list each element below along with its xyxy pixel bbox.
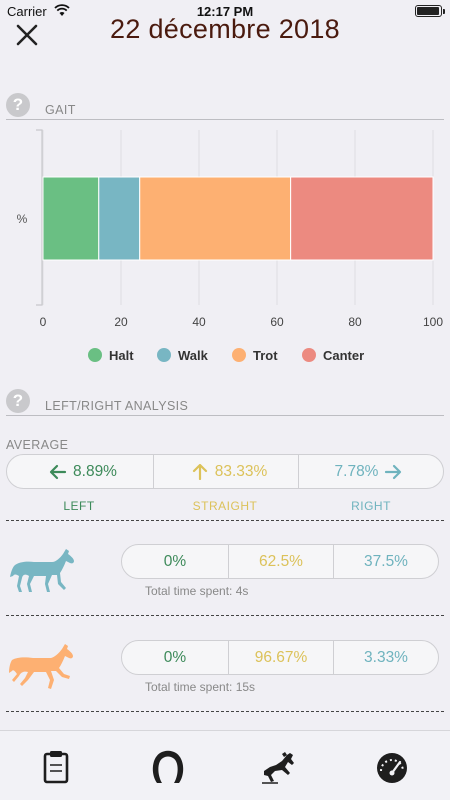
bar-canter (290, 176, 434, 261)
clipboard-icon[interactable] (36, 749, 76, 785)
gait-row-trot: 0% 96.67% 3.33% Total time spent: 15s (0, 640, 450, 700)
chart-ticks: 0 20 40 60 80 100 (40, 315, 444, 329)
chart-legend: Halt Walk Trot Canter (0, 346, 450, 366)
chart-bars (42, 176, 434, 261)
average-right-value: 7.78% (334, 463, 379, 480)
section-label: GAIT (45, 103, 76, 117)
legend-label: Walk (178, 348, 208, 363)
legend-swatch (88, 348, 102, 362)
x-tick-label: 80 (348, 315, 362, 329)
gait-breakdown: 0% 62.5% 37.5% (121, 544, 439, 579)
gait-section-header: ? GAIT (6, 93, 444, 121)
jumping-horse-icon[interactable] (260, 749, 300, 785)
legend-label: Canter (323, 348, 365, 363)
x-tick-label: 100 (423, 315, 443, 329)
trotting-horse-icon (9, 644, 73, 689)
bar-walk (98, 176, 141, 261)
lr-section-header: ? LEFT/RIGHT ANALYSIS (6, 389, 444, 417)
gait-chart: % 0 20 40 60 80 100 (17, 129, 444, 329)
gait-left-value: 0% (163, 553, 187, 570)
average-right: 7.78% (299, 455, 444, 488)
gait-right-value: 3.33% (364, 649, 408, 666)
gait-left-value: 0% (163, 649, 187, 666)
tab-bar (0, 730, 450, 800)
gait-straight-value: 96.67% (228, 641, 334, 674)
arrow-left-icon (49, 464, 67, 480)
average-left-value: 8.89% (73, 463, 117, 480)
legend-swatch (157, 348, 171, 362)
divider (6, 415, 444, 416)
dashed-divider (6, 711, 444, 712)
average-summary: 8.89% 83.33% 7.78% (6, 454, 444, 489)
legend-label: Halt (109, 348, 134, 363)
page-title: 22 décembre 2018 (110, 14, 340, 44)
gait-straight-value: 62.5% (228, 545, 334, 578)
average-label: AVERAGE (6, 438, 69, 452)
bar-halt (42, 176, 100, 261)
bar-trot (139, 176, 292, 261)
speedometer-icon[interactable] (372, 749, 412, 785)
gait-breakdown: 0% 96.67% 3.33% (121, 640, 439, 675)
right-label: RIGHT (351, 499, 391, 513)
average-left: 8.89% (7, 455, 153, 488)
legend-swatch (302, 348, 316, 362)
straight-label: STRAIGHT (192, 499, 258, 513)
time-spent: Total time spent: 4s (145, 584, 249, 598)
y-category-label: % (17, 212, 28, 226)
average-straight: 83.33% (153, 455, 299, 488)
arrow-right-icon (385, 464, 402, 480)
help-icon[interactable]: ? (6, 389, 30, 413)
dashed-divider (6, 615, 444, 616)
dashed-divider (6, 520, 444, 521)
help-icon[interactable]: ? (6, 93, 30, 117)
gait-row-walk: 0% 62.5% 37.5% Total time spent: 4s (0, 544, 450, 604)
average-straight-value: 83.33% (214, 463, 268, 480)
legend-swatch (232, 348, 246, 362)
x-tick-label: 40 (192, 315, 206, 329)
left-label: LEFT (63, 499, 95, 513)
time-spent: Total time spent: 15s (145, 680, 256, 694)
x-tick-label: 20 (114, 315, 128, 329)
y-axis (36, 129, 43, 306)
walking-horse-icon (10, 549, 74, 592)
section-label: LEFT/RIGHT ANALYSIS (45, 399, 189, 413)
gait-right-value: 37.5% (364, 553, 408, 570)
divider (6, 119, 444, 120)
x-tick-label: 60 (270, 315, 284, 329)
arrow-up-icon (192, 464, 207, 480)
legend-label: Trot (253, 348, 278, 363)
x-tick-label: 0 (40, 315, 47, 329)
horseshoe-icon[interactable] (148, 749, 188, 785)
